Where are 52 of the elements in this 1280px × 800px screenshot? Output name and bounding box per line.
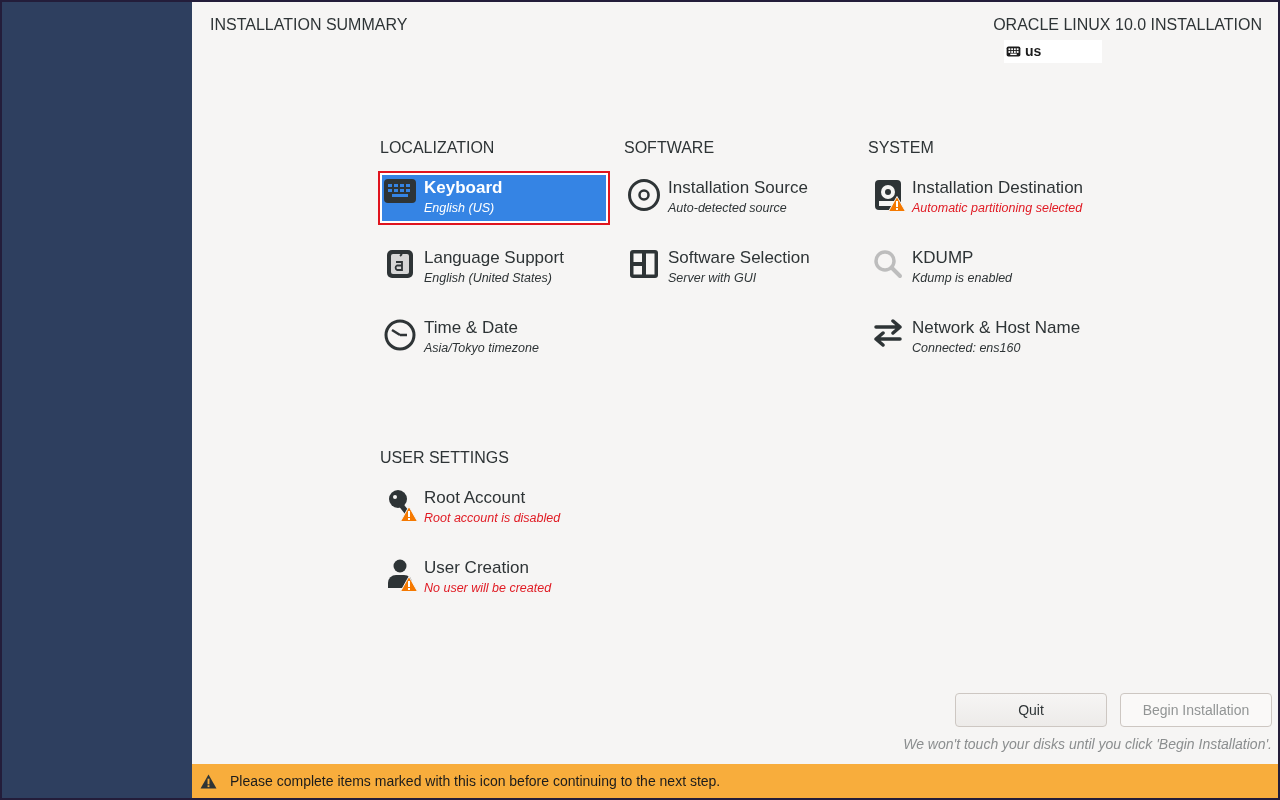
section-heading: USER SETTINGS [380,449,510,467]
item-title: Software Selection [668,248,810,268]
keyboard-layout-indicator[interactable]: us [1004,40,1102,63]
action-button[interactable]: Quit [955,693,1107,727]
item-title: Root Account [424,488,527,508]
warning-icon [400,576,418,592]
item-status: Auto-detected source [668,201,788,215]
item-title: KDUMP [912,248,975,268]
summary-item[interactable]: Installation Destination Automatic partitioning selected [866,171,1098,225]
page-title: INSTALLATION SUMMARY [210,16,408,35]
item-title: Installation Source [668,178,808,198]
warning-message: Please complete items marked with this icon before continuing to the next step. [230,773,721,789]
item-status: No user will be created [424,581,552,595]
section-heading: LOCALIZATION [380,139,496,157]
item-status: Connected: ens160 [912,341,1022,355]
arrows-icon [871,319,904,347]
clock-icon [383,319,416,351]
keyboard-icon [1006,45,1021,57]
warning-icon [400,506,418,522]
disc-icon [627,179,660,211]
summary-item[interactable]: Time & Date Asia/Tokyo timezone [378,311,610,365]
item-status: Root account is disabled [424,511,561,525]
product-title: ORACLE LINUX 10.0 INSTALLATION [993,16,1262,34]
item-title: Keyboard [424,178,503,198]
item-title: Installation Destination [912,178,1084,198]
keyboard-icon [383,179,416,203]
warning-icon [888,196,906,212]
language-icon [385,249,414,279]
summary-item[interactable]: Installation Source Auto-detected source [622,171,854,225]
item-status: Server with GUI [668,271,758,285]
disk-note: We won't touch your disks until you click 'Begin Installation'. [903,736,1272,752]
item-title: Network & Host Name [912,318,1081,338]
item-status: Automatic partitioning selected [912,201,1084,215]
search-icon [872,249,903,279]
item-status: Asia/Tokyo timezone [424,341,539,355]
summary-item[interactable]: Software Selection Server with GUI [622,241,854,295]
section-heading: SOFTWARE [624,139,716,157]
summary-item[interactable]: Network & Host Name Connected: ens160 [866,311,1098,365]
summary-item[interactable]: Root Account Root account is disabled [378,481,610,535]
summary-item[interactable]: User Creation No user will be created [378,551,610,605]
item-title: Language Support [424,248,564,268]
item-status: Kdump is enabled [912,271,1013,285]
warning-icon [200,773,217,789]
item-title: User Creation [424,558,530,578]
section-heading: SYSTEM [868,139,935,157]
item-status: English (United States) [424,271,553,285]
summary-item[interactable]: KDUMP Kdump is enabled [866,241,1098,295]
package-icon [628,249,659,279]
summary-item[interactable]: Keyboard English (US) [378,171,610,225]
item-status: English (US) [424,201,496,215]
summary-item[interactable]: Language Support English (United States) [378,241,610,295]
item-title: Time & Date [424,318,519,338]
